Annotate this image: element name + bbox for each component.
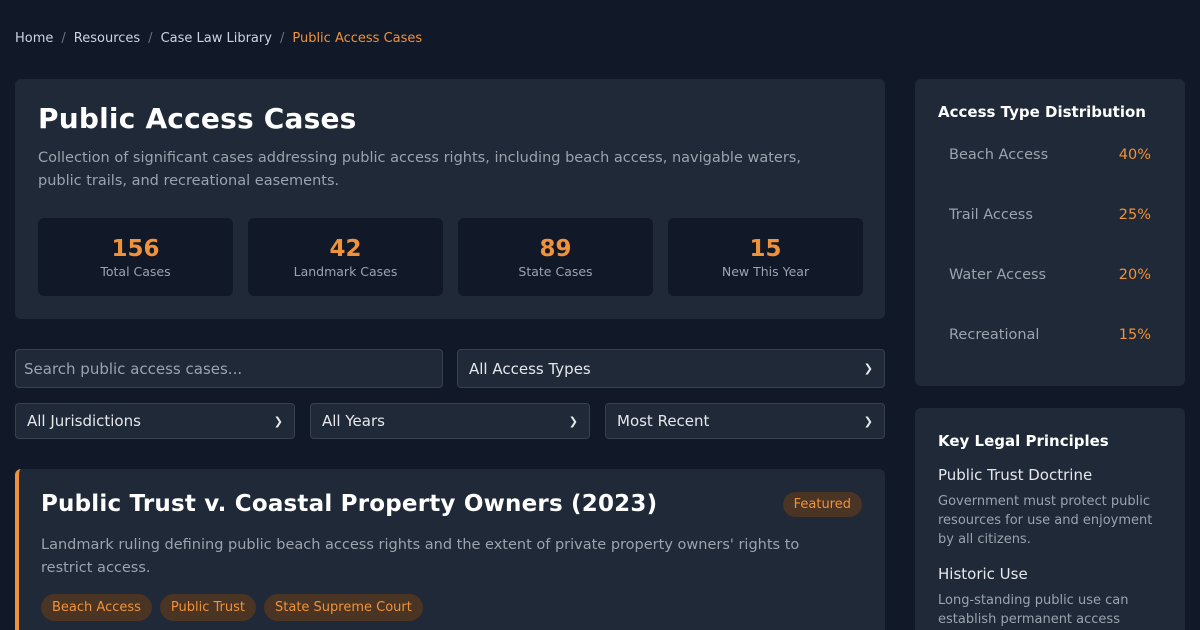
distribution-pct: 25% bbox=[1118, 207, 1151, 223]
stat-label: State Cases bbox=[518, 263, 593, 279]
chevron-down-icon: ❯ bbox=[863, 362, 873, 375]
sort-value: Most Recent bbox=[617, 412, 710, 430]
years-select[interactable]: All Years ❯ bbox=[310, 403, 590, 439]
chevron-down-icon: ❯ bbox=[568, 414, 578, 428]
jurisdiction-value: All Jurisdictions bbox=[27, 412, 141, 430]
distribution-name: Beach Access bbox=[949, 147, 1049, 163]
stat-label: Total Cases bbox=[100, 263, 171, 279]
case-description: Landmark ruling defining public beach ac… bbox=[41, 537, 800, 576]
access-distribution-panel: Access Type Distribution Beach Access 40… bbox=[915, 79, 1185, 386]
chevron-down-icon: ❯ bbox=[273, 414, 283, 428]
stat-value: 89 bbox=[539, 235, 572, 262]
access-type-select[interactable]: All Access Types ❯ bbox=[457, 349, 885, 388]
breadcrumb-separator: / bbox=[148, 31, 153, 46]
access-type-value: All Access Types bbox=[469, 359, 591, 378]
breadcrumb-separator: / bbox=[279, 31, 285, 46]
distribution-list: Beach Access 40% Trail Access 25% Water … bbox=[938, 125, 1162, 365]
stat-label: Landmark Cases bbox=[293, 263, 398, 279]
panel-title: Key Legal Principles bbox=[938, 432, 1109, 450]
distribution-row: Recreational 15% bbox=[938, 305, 1162, 365]
tag-state-supreme-court[interactable]: State Supreme Court bbox=[264, 594, 423, 621]
breadcrumb-case-law-library[interactable]: Case Law Library bbox=[161, 31, 272, 46]
stat-landmark-cases: 42 Landmark Cases bbox=[248, 218, 443, 296]
legal-principles-panel: Key Legal Principles Public Trust Doctri… bbox=[915, 408, 1185, 630]
tag-public-trust[interactable]: Public Trust bbox=[159, 594, 256, 621]
sort-select[interactable]: Most Recent ❯ bbox=[605, 403, 885, 439]
distribution-name: Trail Access bbox=[949, 207, 1033, 223]
distribution-name: Recreational bbox=[949, 327, 1040, 343]
case-card[interactable]: Public Trust v. Coastal Property Owners … bbox=[15, 469, 885, 630]
breadcrumb: Home / Resources / Case Law Library / Pu… bbox=[15, 31, 422, 46]
stat-value: 42 bbox=[329, 235, 362, 262]
page-title: Public Access Cases bbox=[38, 102, 357, 135]
principle-desc: Government must protect public resources… bbox=[938, 494, 1153, 547]
breadcrumb-current: Public Access Cases bbox=[292, 31, 423, 46]
page-description: Collection of significant cases addressi… bbox=[38, 150, 801, 189]
principle-title: Public Trust Doctrine bbox=[938, 466, 1093, 484]
distribution-row: Water Access 20% bbox=[938, 245, 1162, 305]
stat-value: 15 bbox=[749, 235, 782, 262]
breadcrumb-separator: / bbox=[61, 31, 66, 46]
featured-badge: Featured bbox=[782, 492, 862, 517]
stat-value: 156 bbox=[111, 235, 160, 262]
principle-title: Historic Use bbox=[938, 565, 1028, 583]
distribution-name: Water Access bbox=[949, 267, 1047, 283]
search-placeholder: Search public access cases... bbox=[24, 359, 243, 378]
principle-desc: Long-standing public use can establish p… bbox=[938, 593, 1129, 627]
stat-new-this-year: 15 New This Year bbox=[668, 218, 863, 296]
case-title[interactable]: Public Trust v. Coastal Property Owners … bbox=[41, 491, 863, 517]
chevron-down-icon: ❯ bbox=[863, 414, 873, 428]
stat-state-cases: 89 State Cases bbox=[458, 218, 653, 296]
distribution-row: Trail Access 25% bbox=[938, 185, 1162, 245]
hero-panel: Public Access Cases Collection of signif… bbox=[15, 79, 885, 319]
jurisdiction-select[interactable]: All Jurisdictions ❯ bbox=[15, 403, 295, 439]
search-input[interactable]: Search public access cases... bbox=[15, 349, 443, 388]
distribution-row: Beach Access 40% bbox=[938, 125, 1162, 185]
breadcrumb-resources[interactable]: Resources bbox=[74, 31, 140, 46]
stats-row: 156 Total Cases 42 Landmark Cases 89 Sta… bbox=[38, 218, 863, 296]
stat-total-cases: 156 Total Cases bbox=[38, 218, 233, 296]
principle-item: Historic Use Long-standing public use ca… bbox=[938, 565, 1162, 630]
distribution-pct: 40% bbox=[1118, 147, 1151, 163]
distribution-pct: 20% bbox=[1118, 267, 1151, 283]
panel-title: Access Type Distribution bbox=[938, 103, 1146, 121]
tag-beach-access[interactable]: Beach Access bbox=[41, 594, 152, 621]
distribution-pct: 15% bbox=[1118, 327, 1151, 343]
principle-item: Public Trust Doctrine Government must pr… bbox=[938, 466, 1162, 549]
stat-label: New This Year bbox=[721, 263, 810, 279]
breadcrumb-home[interactable]: Home bbox=[15, 31, 53, 46]
years-value: All Years bbox=[322, 412, 385, 430]
case-tags: Beach Access Public Trust State Supreme … bbox=[41, 594, 863, 621]
